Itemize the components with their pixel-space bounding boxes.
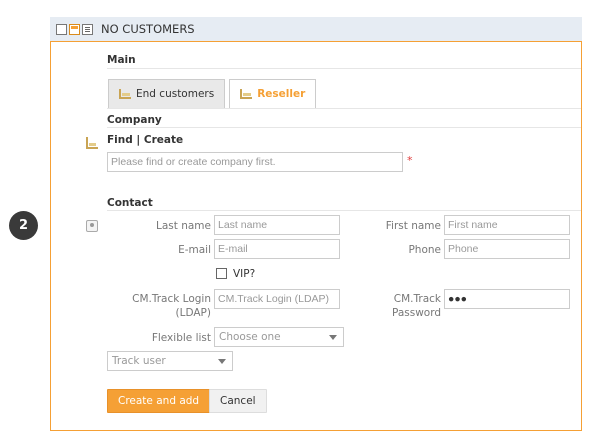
login-label: CM.Track Login (LDAP) xyxy=(132,293,211,319)
tab-end-customers[interactable]: End customers xyxy=(108,79,226,109)
tab-label: End customers xyxy=(136,88,215,100)
divider xyxy=(107,108,581,109)
phone-label: Phone xyxy=(408,244,441,256)
chevron-down-icon xyxy=(218,359,226,364)
login-input[interactable] xyxy=(214,289,340,309)
customer-form-panel: Main End customers Reseller Company Find… xyxy=(50,41,582,431)
contact-card-icon xyxy=(86,220,98,232)
select-value: Choose one xyxy=(219,331,281,343)
grid-view-icon[interactable] xyxy=(56,23,67,35)
section-header: NO CUSTOMERS xyxy=(50,17,582,41)
flexible-list-label: Flexible list xyxy=(151,332,211,344)
list-view-icon[interactable] xyxy=(82,23,93,35)
password-input[interactable] xyxy=(444,289,570,309)
last-name-input[interactable] xyxy=(214,215,340,235)
company-search-input[interactable] xyxy=(107,152,403,172)
step-number-badge: 2 xyxy=(9,211,38,240)
password-label: CM.Track Password xyxy=(391,293,441,319)
vip-checkbox[interactable] xyxy=(216,268,227,279)
find-create-label: Find | Create xyxy=(107,134,184,146)
cancel-button[interactable]: Cancel xyxy=(209,389,267,413)
view-switcher xyxy=(56,23,93,35)
first-name-input[interactable] xyxy=(444,215,570,235)
flexible-list-select[interactable]: Choose one xyxy=(214,327,344,347)
building-icon xyxy=(240,89,253,99)
last-name-label: Last name xyxy=(156,220,211,232)
building-icon xyxy=(119,89,131,99)
select-value: Track user xyxy=(112,355,166,367)
company-section-title: Company xyxy=(107,114,162,126)
vip-label: VIP? xyxy=(233,268,256,280)
divider xyxy=(107,127,581,128)
main-section-title: Main xyxy=(107,54,136,66)
first-name-label: First name xyxy=(385,220,441,232)
divider xyxy=(107,210,581,211)
email-input[interactable] xyxy=(214,239,340,259)
customer-type-tabs: End customers Reseller xyxy=(108,79,317,109)
track-user-select[interactable]: Track user xyxy=(107,351,233,371)
required-marker: * xyxy=(407,154,413,167)
chevron-down-icon xyxy=(329,335,337,340)
divider xyxy=(107,68,581,69)
contact-section-title: Contact xyxy=(107,197,153,209)
company-icon xyxy=(86,137,98,149)
create-and-add-button[interactable]: Create and add xyxy=(107,389,211,413)
phone-input[interactable] xyxy=(444,239,570,259)
email-label: E-mail xyxy=(178,244,211,256)
tab-reseller[interactable]: Reseller xyxy=(229,79,317,109)
tab-label: Reseller xyxy=(257,88,306,100)
card-view-icon[interactable] xyxy=(69,23,80,35)
header-title: NO CUSTOMERS xyxy=(101,22,195,36)
